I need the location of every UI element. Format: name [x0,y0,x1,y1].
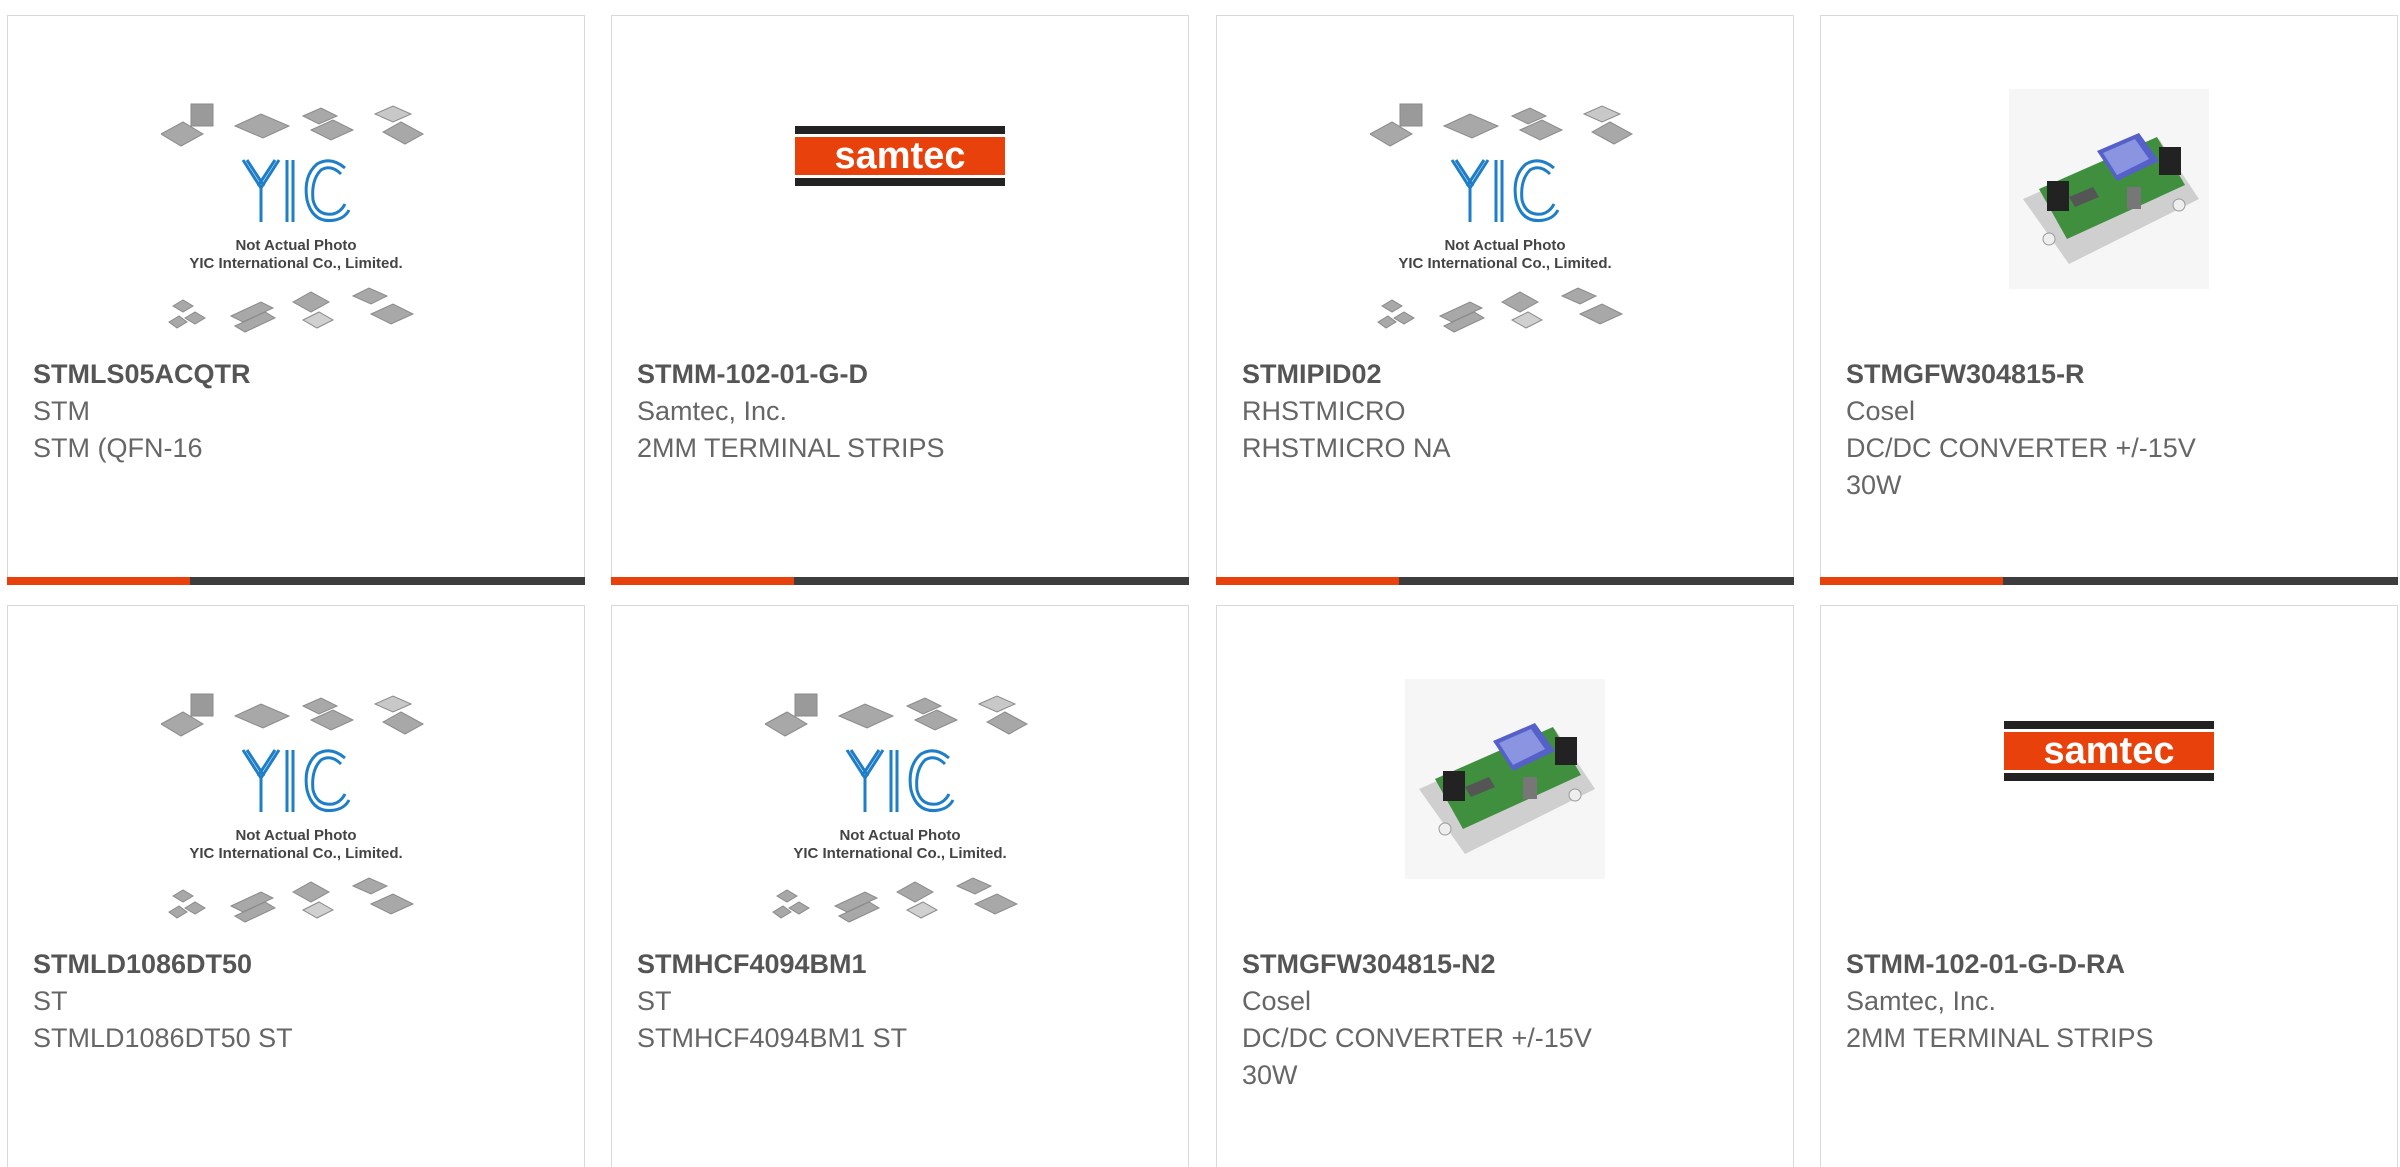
manufacturer-name: ST [637,986,672,1016]
product-image[interactable]: Not Actual Photo YIC International Co., … [1217,71,1793,361]
product-image[interactable]: samtec [1821,646,2397,856]
part-number-link[interactable]: STMLS05ACQTR [33,356,564,393]
placeholder-line1: Not Actual Photo [839,827,960,844]
yic-placeholder-image: Not Actual Photo YIC International Co., … [1370,103,1634,333]
card-accent-bar [1216,577,1399,585]
card-accent-bar [611,577,794,585]
product-description: STM (QFN-16 [33,433,203,463]
product-description: RHSTMICRO NA [1242,433,1451,463]
part-number-link[interactable]: STMGFW304815-R [1846,356,2377,393]
part-number-link[interactable]: STMM-102-01-G-D-RA [1846,946,2377,983]
product-card[interactable]: Not Actual Photo YIC International Co., … [7,605,585,1167]
placeholder-line2: YIC International Co., Limited. [189,255,402,272]
manufacturer-name: Cosel [1846,396,1916,426]
product-info: STMIPID02 RHSTMICRO RHSTMICRO NA [1242,356,1773,467]
product-info: STMHCF4094BM1 ST STMHCF4094BM1 ST [637,946,1168,1057]
product-info: STMM-102-01-G-D Samtec, Inc. 2MM TERMINA… [637,356,1168,467]
card-bottom-bar [7,577,585,585]
card-accent-bar [1820,577,2003,585]
samtec-logo-text: samtec [2044,730,2175,772]
manufacturer-name: STM [33,396,90,426]
samtec-logo-image: samtec [2004,721,2214,781]
part-number-link[interactable]: STMM-102-01-G-D [637,356,1168,393]
product-card[interactable]: Not Actual Photo YIC International Co., … [611,605,1189,1167]
product-card[interactable]: STMGFW304815-N2 Cosel DC/DC CONVERTER +/… [1216,605,1794,1167]
yic-placeholder-image: Not Actual Photo YIC International Co., … [161,693,425,923]
product-description: STMLD1086DT50 ST [33,1023,293,1053]
placeholder-line1: Not Actual Photo [235,237,356,254]
product-info: STMGFW304815-N2 Cosel DC/DC CONVERTER +/… [1242,946,1773,1094]
manufacturer-name: Samtec, Inc. [637,396,788,426]
part-number-link[interactable]: STMIPID02 [1242,356,1773,393]
product-image[interactable]: Not Actual Photo YIC International Co., … [612,661,1188,951]
product-description: 2MM TERMINAL STRIPS [1846,1023,2154,1053]
yic-placeholder-image: Not Actual Photo YIC International Co., … [765,693,1029,923]
part-number-link[interactable]: STMHCF4094BM1 [637,946,1168,983]
product-description: STMHCF4094BM1 ST [637,1023,908,1053]
placeholder-line1: Not Actual Photo [1444,237,1565,254]
product-description: DC/DC CONVERTER +/-15V 30W [1846,433,2196,500]
manufacturer-name: RHSTMICRO [1242,396,1406,426]
manufacturer-name: ST [33,986,68,1016]
product-image[interactable] [1821,81,2397,296]
product-description: DC/DC CONVERTER +/-15V 30W [1242,1023,1592,1090]
product-image[interactable]: Not Actual Photo YIC International Co., … [8,661,584,951]
manufacturer-name: Cosel [1242,986,1312,1016]
card-bottom-bar [611,577,1189,585]
product-image[interactable]: Not Actual Photo YIC International Co., … [8,71,584,361]
samtec-logo-image: samtec [795,126,1005,186]
placeholder-line2: YIC International Co., Limited. [189,845,402,862]
placeholder-line1: Not Actual Photo [235,827,356,844]
product-image[interactable] [1217,671,1793,886]
product-grid: Not Actual Photo YIC International Co., … [0,0,2400,1167]
product-card[interactable]: samtec STMM-102-01-G-D Samtec, Inc. 2MM … [611,15,1189,585]
samtec-logo-text: samtec [835,135,966,177]
pcb-board-image [2009,88,2209,289]
product-description: 2MM TERMINAL STRIPS [637,433,945,463]
pcb-board-image [1405,678,1605,879]
manufacturer-name: Samtec, Inc. [1846,986,1997,1016]
product-info: STMLS05ACQTR STM STM (QFN-16 [33,356,564,467]
product-card[interactable]: samtec STMM-102-01-G-D-RA Samtec, Inc. 2… [1820,605,2398,1167]
product-info: STMGFW304815-R Cosel DC/DC CONVERTER +/-… [1846,356,2377,504]
product-image[interactable]: samtec [612,56,1188,256]
placeholder-line2: YIC International Co., Limited. [793,845,1006,862]
product-card[interactable]: Not Actual Photo YIC International Co., … [1216,15,1794,585]
product-card[interactable]: STMGFW304815-R Cosel DC/DC CONVERTER +/-… [1820,15,2398,585]
card-bottom-bar [1820,577,2398,585]
product-info: STMLD1086DT50 ST STMLD1086DT50 ST [33,946,564,1057]
yic-placeholder-image: Not Actual Photo YIC International Co., … [161,103,425,333]
product-info: STMM-102-01-G-D-RA Samtec, Inc. 2MM TERM… [1846,946,2377,1057]
placeholder-line2: YIC International Co., Limited. [1398,255,1611,272]
part-number-link[interactable]: STMGFW304815-N2 [1242,946,1773,983]
product-card[interactable]: Not Actual Photo YIC International Co., … [7,15,585,585]
part-number-link[interactable]: STMLD1086DT50 [33,946,564,983]
card-accent-bar [7,577,190,585]
card-bottom-bar [1216,577,1794,585]
